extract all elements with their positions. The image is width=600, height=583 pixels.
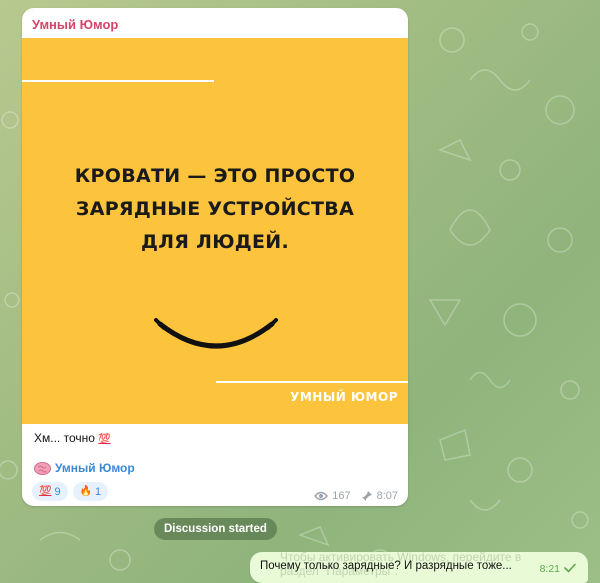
discussion-started-badge: Discussion started [154,518,277,540]
post-signature-link[interactable]: Умный Юмор [34,461,135,475]
reaction-count: 9 [54,485,61,498]
caption-text: Хм... точно [34,431,95,445]
pin-icon [361,491,372,501]
hundred-points-icon: 💯 [39,486,52,497]
signature-name: Умный Юмор [55,461,135,475]
outgoing-comment[interactable]: Чтобы активировать Windows, перейдите в … [250,552,588,583]
reaction-hundred[interactable]: 💯 9 [32,482,68,501]
headline-line-2: ЗАРЯДНЫЕ УСТРОЙСТВА [75,198,355,220]
image-brand-label: УМНЫЙ ЮМОР [290,390,398,404]
post-caption: Хм... точно 💯 [34,431,111,445]
image-decor-line-top [22,80,214,82]
comment-time: 8:21 [539,563,560,575]
hundred-points-icon: 💯 [98,434,111,445]
fire-icon: 🔥 [79,486,93,497]
reactions-bar: 💯 9 🔥 1 [32,482,109,501]
eye-icon [314,491,329,501]
image-decor-line-bottom [216,381,408,383]
reaction-fire[interactable]: 🔥 1 [72,482,109,501]
post-image[interactable]: КРОВАТИ — ЭТО ПРОСТО ЗАРЯДНЫЕ УСТРОЙСТВА… [22,38,408,424]
smile-graphic [154,318,278,349]
channel-name[interactable]: Умный Юмор [32,17,118,32]
image-headline: КРОВАТИ — ЭТО ПРОСТО ЗАРЯДНЫЕ УСТРОЙСТВА… [42,160,388,259]
post-time: 8:07 [376,490,398,502]
reaction-count: 1 [95,485,102,498]
channel-post[interactable]: Умный Юмор КРОВАТИ — ЭТО ПРОСТО ЗАРЯДНЫЕ… [22,8,408,506]
headline-line-1: КРОВАТИ — ЭТО ПРОСТО [74,165,356,187]
comment-text: Почему только зарядные? И разрядные тоже… [260,560,512,572]
check-icon [564,563,576,573]
headline-line-3: ДЛЯ ЛЮДЕЙ. [140,231,290,253]
post-meta: 167 8:07 [314,490,398,502]
brain-icon [34,461,51,475]
views-count: 167 [332,490,351,502]
